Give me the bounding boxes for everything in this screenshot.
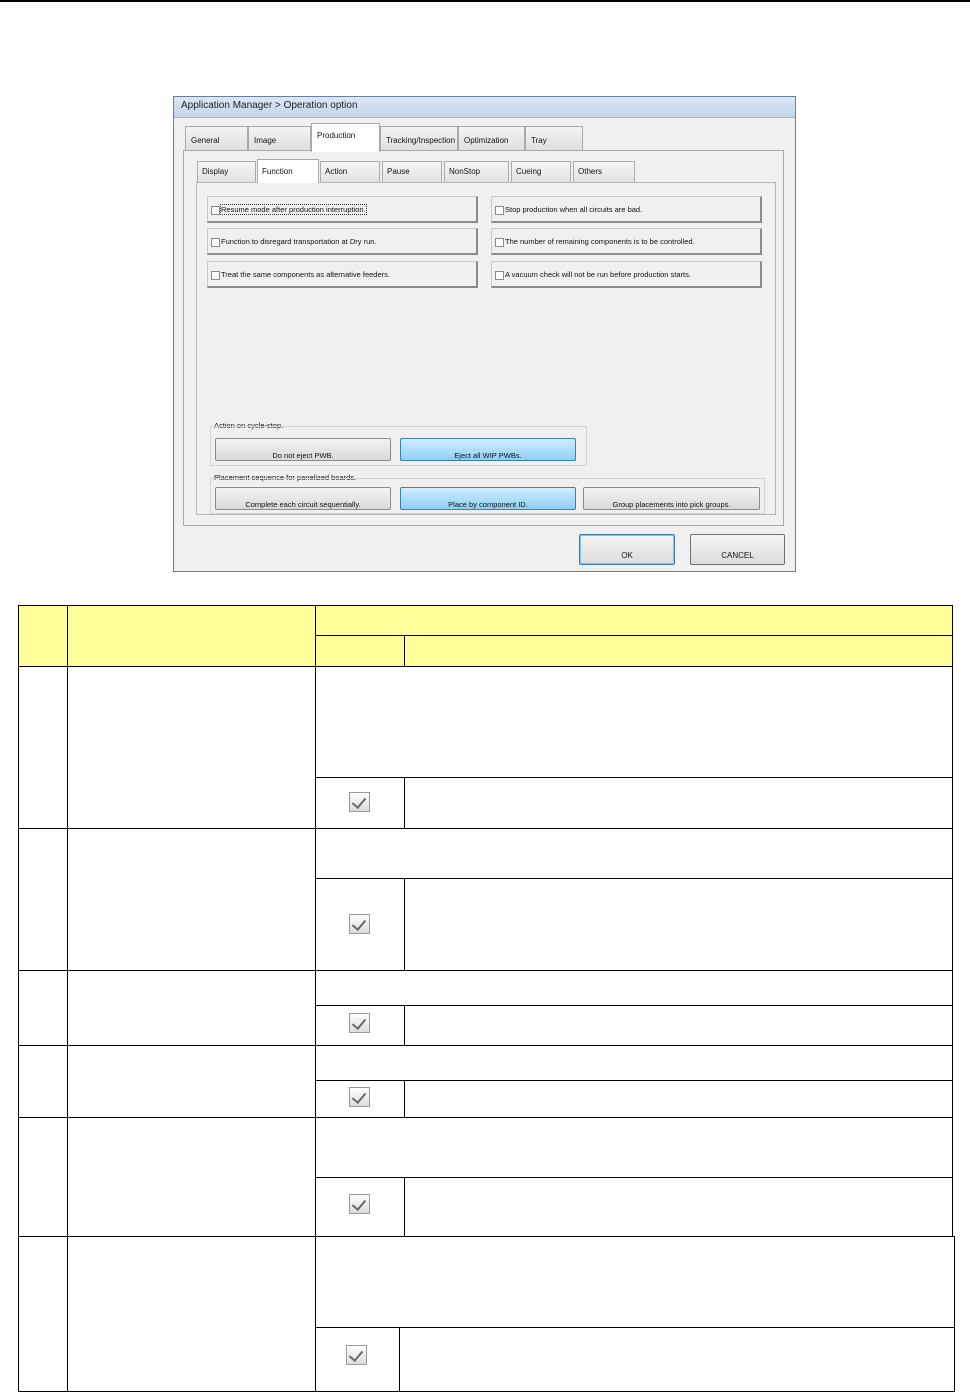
tab-label: Tray <box>531 136 547 145</box>
subtab-nonstop[interactable]: NonStop <box>444 161 509 182</box>
table-line <box>315 777 953 778</box>
tab-image[interactable]: Image <box>248 126 311 152</box>
tab-production[interactable]: Production <box>311 123 380 152</box>
tab-label: Production <box>317 131 356 140</box>
table-line <box>18 970 953 971</box>
button-label: Group placements into pick groups. <box>612 500 731 509</box>
ok-button[interactable]: OK <box>579 534 675 565</box>
button-label: Do not eject PWB. <box>272 451 334 460</box>
table-line <box>315 878 953 879</box>
subtab-label: Display <box>202 167 229 176</box>
group-placements-button[interactable]: Group placements into pick groups. <box>583 487 760 510</box>
option-label: Treat the same components as alternative… <box>221 270 390 279</box>
option-no-vacuum-check[interactable]: A vacuum check will not be run before pr… <box>491 261 762 288</box>
table-line <box>404 1005 405 1045</box>
window-title: Application Manager > Operation option <box>181 100 358 111</box>
option-alternative-feeders[interactable]: Treat the same components as alternative… <box>207 261 478 288</box>
table-line <box>18 605 953 606</box>
subtab-label: Cueing <box>516 167 542 176</box>
checked-checkbox-icon <box>349 792 370 812</box>
tab-optimization[interactable]: Optimization <box>458 126 525 152</box>
table-line <box>18 828 953 829</box>
option-label: A vacuum check will not be run before pr… <box>505 270 691 279</box>
page-top-rule <box>0 0 970 2</box>
subtab-label: Pause <box>387 167 410 176</box>
checkbox[interactable] <box>211 238 220 247</box>
title-bar[interactable]: Application Manager > Operation option <box>174 97 795 118</box>
button-label: Place by component ID. <box>448 500 528 509</box>
checked-checkbox-icon <box>349 914 370 934</box>
operation-option-dialog: Application Manager > Operation option G… <box>173 96 796 572</box>
tab-tracking-inspection[interactable]: Tracking/Inspection <box>380 126 458 152</box>
option-label: Stop production when all circuits are ba… <box>505 205 643 214</box>
table-line <box>18 666 953 667</box>
table-line <box>315 635 953 636</box>
button-label: Complete each circuit sequentially. <box>245 500 361 509</box>
function-panel: Resume mode after production interruptio… <box>196 182 776 515</box>
tab-tray[interactable]: Tray <box>525 126 583 152</box>
table-line <box>952 605 953 1237</box>
table-line <box>399 1327 400 1392</box>
option-resume-mode[interactable]: Resume mode after production interruptio… <box>207 196 478 223</box>
option-label: The number of remaining components is to… <box>505 237 695 246</box>
table-line <box>315 1005 953 1006</box>
option-label: Function to disregard transportation at … <box>221 237 377 246</box>
checkbox[interactable] <box>495 206 504 215</box>
subtab-function[interactable]: Function <box>257 159 319 183</box>
button-label: Eject all WIP PWBs. <box>454 451 522 460</box>
table-line <box>67 605 68 1392</box>
cancel-button[interactable]: CANCEL <box>690 534 785 565</box>
eject-all-wip-button[interactable]: Eject all WIP PWBs. <box>400 438 576 461</box>
table-line <box>18 605 19 1392</box>
option-stop-all-bad[interactable]: Stop production when all circuits are ba… <box>491 196 762 223</box>
subtab-pause[interactable]: Pause <box>382 161 442 182</box>
production-tab-panel: Display Function Action Pause NonStop Cu… <box>183 150 784 526</box>
option-remaining-components[interactable]: The number of remaining components is to… <box>491 228 762 255</box>
do-not-eject-button[interactable]: Do not eject PWB. <box>215 438 391 461</box>
checked-checkbox-icon <box>349 1013 370 1033</box>
table-line <box>315 1080 953 1081</box>
table-line <box>404 1177 405 1236</box>
table-line <box>18 1045 953 1046</box>
checked-checkbox-icon <box>346 1345 367 1365</box>
button-label: CANCEL <box>721 551 754 560</box>
table-line <box>404 635 405 666</box>
table-line <box>404 777 405 828</box>
subtab-label: Others <box>578 167 603 176</box>
tab-label: Image <box>254 136 277 145</box>
subtab-display[interactable]: Display <box>197 161 256 182</box>
checked-checkbox-icon <box>349 1194 370 1214</box>
table-line <box>404 878 405 970</box>
button-label: OK <box>621 551 633 560</box>
table-line <box>315 1177 953 1178</box>
tab-label: Tracking/Inspection <box>386 136 456 145</box>
table-line <box>18 1236 955 1237</box>
table-line <box>315 1327 955 1328</box>
place-by-component-button[interactable]: Place by component ID. <box>400 487 576 510</box>
table-line <box>404 1080 405 1117</box>
option-dry-run-transport[interactable]: Function to disregard transportation at … <box>207 228 478 255</box>
table-line <box>954 1236 955 1392</box>
tab-general[interactable]: General <box>185 126 248 152</box>
checkbox[interactable] <box>495 238 504 247</box>
table-body <box>19 666 952 1393</box>
subtab-label: NonStop <box>449 167 481 176</box>
subtab-cueing[interactable]: Cueing <box>511 161 571 182</box>
option-label: Resume mode after production interruptio… <box>220 204 367 215</box>
subtab-label: Action <box>325 167 348 176</box>
tab-label: Optimization <box>464 136 509 145</box>
checkbox[interactable] <box>495 271 504 280</box>
table-line <box>315 605 316 1392</box>
subtab-others[interactable]: Others <box>573 161 635 182</box>
checkbox[interactable] <box>211 206 220 215</box>
checked-checkbox-icon <box>349 1087 370 1107</box>
table-line <box>18 1391 955 1392</box>
subtab-action[interactable]: Action <box>320 161 380 182</box>
table-line <box>18 1117 953 1118</box>
tab-label: General <box>191 136 220 145</box>
complete-circuit-button[interactable]: Complete each circuit sequentially. <box>215 487 391 510</box>
checkbox[interactable] <box>211 271 220 280</box>
subtab-label: Function <box>262 167 293 176</box>
